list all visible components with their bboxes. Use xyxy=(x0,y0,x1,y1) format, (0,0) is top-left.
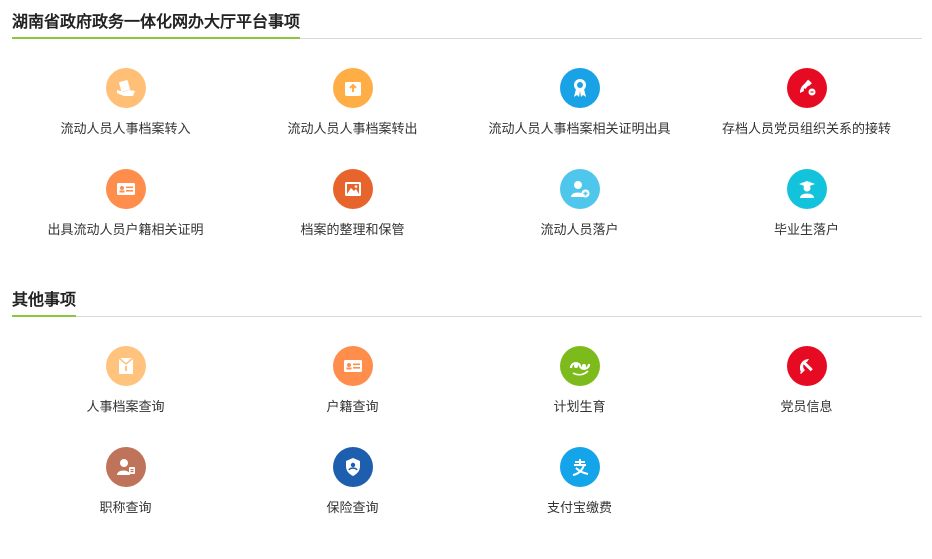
archive-envelope-icon xyxy=(105,346,146,386)
service-label: 户籍查询 xyxy=(326,400,379,415)
service-tile[interactable]: 毕业生落户 xyxy=(693,165,920,266)
service-tile[interactable]: 户籍查询 xyxy=(239,342,466,443)
service-grid-platform: 流动人员人事档案转入 流动人员人事档案转出 流动人员人事档案相关证明出具 存档人员党员… xyxy=(12,64,920,266)
section-header-platform: 湖南省政府政务一体化网办大厅平台事项 xyxy=(12,8,922,39)
service-tile[interactable]: 存档人员党员组织关系的接转 xyxy=(693,64,920,165)
insurance-shield-icon xyxy=(332,447,373,487)
service-label: 流动人员落户 xyxy=(540,223,619,238)
service-label: 党员信息 xyxy=(780,400,833,415)
service-tile[interactable]: 职称查询 xyxy=(12,443,239,544)
service-label: 保险查询 xyxy=(326,501,379,516)
user-add-icon xyxy=(559,169,600,209)
service-label: 流动人员人事档案转入 xyxy=(60,122,191,137)
section-title: 湖南省政府政务一体化网办大厅平台事项 xyxy=(12,11,301,39)
hammer-sickle-icon xyxy=(786,346,827,386)
service-tile[interactable]: 流动人员落户 xyxy=(466,165,693,266)
picture-frame-icon xyxy=(332,169,373,209)
service-label: 流动人员人事档案相关证明出具 xyxy=(488,122,671,137)
service-tile[interactable]: 计划生育 xyxy=(466,342,693,443)
service-tile[interactable]: 支付宝缴费 xyxy=(466,443,693,544)
service-tile[interactable]: 流动人员人事档案转出 xyxy=(239,64,466,165)
family-planning-icon xyxy=(559,346,600,386)
award-ribbon-icon xyxy=(559,68,600,108)
alipay-icon xyxy=(559,447,600,487)
user-badge-icon xyxy=(105,447,146,487)
section-header-other: 其他事项 xyxy=(12,286,922,317)
service-label: 出具流动人员户籍相关证明 xyxy=(47,223,204,238)
service-grid-other: 人事档案查询 户籍查询 计划生育 党员信息职称查询 保险查询 支付宝缴费 xyxy=(12,342,920,544)
id-card-icon xyxy=(332,346,373,386)
service-label: 职称查询 xyxy=(99,501,152,516)
section-title: 其他事项 xyxy=(12,289,77,317)
service-label: 支付宝缴费 xyxy=(546,501,612,516)
service-tile[interactable]: 档案的整理和保管 xyxy=(239,165,466,266)
handover-in-icon xyxy=(105,68,146,108)
service-tile[interactable]: 流动人员人事档案转入 xyxy=(12,64,239,165)
service-label: 档案的整理和保管 xyxy=(300,223,405,238)
party-transfer-icon xyxy=(786,68,827,108)
service-tile[interactable]: 保险查询 xyxy=(239,443,466,544)
service-tile[interactable]: 流动人员人事档案相关证明出具 xyxy=(466,64,693,165)
service-label: 毕业生落户 xyxy=(773,223,839,238)
service-tile[interactable]: 党员信息 xyxy=(693,342,920,443)
service-label: 流动人员人事档案转出 xyxy=(287,122,418,137)
id-card-icon xyxy=(105,169,146,209)
box-export-icon xyxy=(332,68,373,108)
service-tile[interactable]: 出具流动人员户籍相关证明 xyxy=(12,165,239,266)
service-label: 人事档案查询 xyxy=(86,400,165,415)
service-tile[interactable]: 人事档案查询 xyxy=(12,342,239,443)
service-label: 计划生育 xyxy=(553,400,606,415)
graduate-icon xyxy=(786,169,827,209)
service-label: 存档人员党员组织关系的接转 xyxy=(721,122,891,137)
